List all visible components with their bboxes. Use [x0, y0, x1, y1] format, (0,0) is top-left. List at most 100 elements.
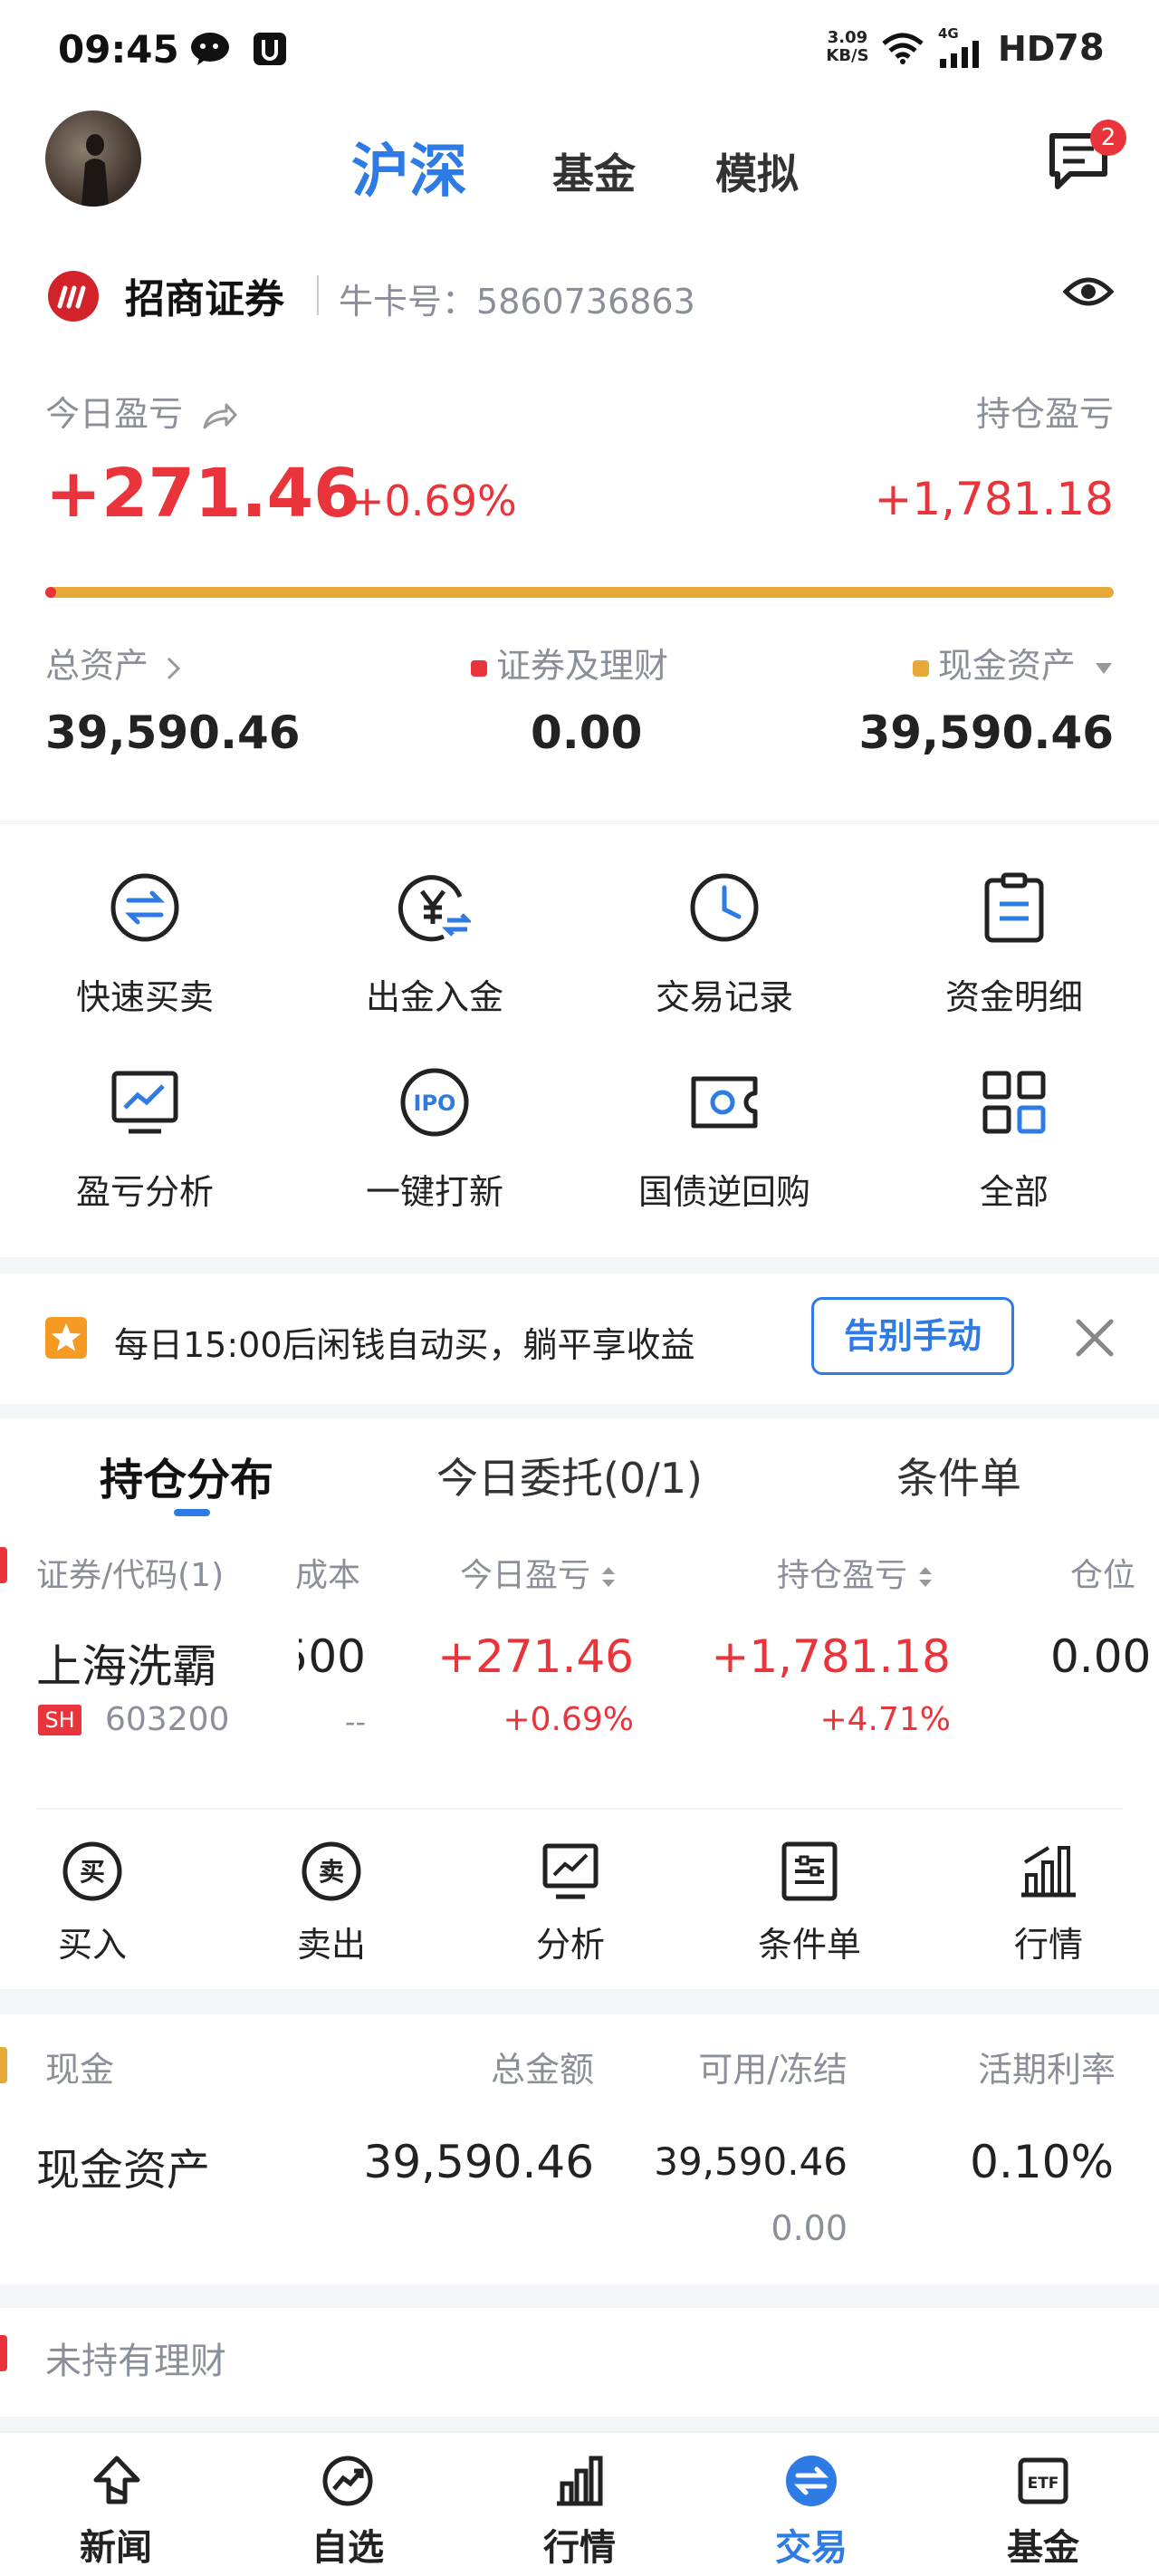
col-holding-pnl[interactable]: 持仓盈亏 [777, 1549, 934, 1596]
row-action-sell[interactable]: 卖 卖出 [239, 1822, 424, 1985]
cash-total: 39,590.46 [363, 2136, 594, 2188]
share-icon[interactable] [201, 402, 237, 431]
tab-simulation[interactable]: 模拟 [715, 141, 799, 201]
net-speed-unit: KB/S [826, 46, 869, 65]
nav-news[interactable]: 新闻 [0, 2433, 232, 2576]
quick-action-fund-details[interactable]: 资金明细 [869, 824, 1159, 1033]
nav-market[interactable]: 行情 [464, 2433, 695, 2576]
row-action-label: 买入 [57, 1925, 127, 1965]
col-today-pnl[interactable]: 今日盈亏 [460, 1549, 617, 1596]
holdings-section-marker [0, 1547, 7, 1583]
tab-fund[interactable]: 基金 [552, 141, 636, 201]
row-action-label: 行情 [1013, 1925, 1083, 1965]
svg-text:ETF: ETF [1028, 2475, 1059, 2493]
nav-label: 自选 [311, 2527, 384, 2569]
row-action-conditional[interactable]: 条件单 [717, 1822, 902, 1985]
table-row[interactable]: 上海洗霸 SH 603200 500 -- +271.46 +0.69% +1,… [0, 1618, 1159, 1790]
quick-action-trade-records[interactable]: 交易记录 [580, 824, 869, 1033]
row-action-label: 分析 [535, 1925, 605, 1965]
col-interest-rate: 活期利率 [977, 2050, 1116, 2090]
caret-down-icon [1094, 661, 1114, 676]
tab-conditional-orders[interactable]: 条件单 [896, 1446, 1021, 1505]
status-bar: 09:45 3.09 KB/S 4G HD 78 [0, 0, 1159, 100]
divider [317, 275, 319, 315]
nav-label: 基金 [1007, 2527, 1079, 2569]
row-action-analysis[interactable]: 分析 [478, 1822, 663, 1985]
swap-circle-icon [109, 871, 181, 944]
cash-available: 39,590.46 [654, 2139, 848, 2184]
promo-banner[interactable]: 每日15:00后闲钱自动买，躺平享收益 告别手动 [0, 1274, 1159, 1404]
col-total-amount: 总金额 [490, 2050, 594, 2090]
quick-action-label: 盈亏分析 [75, 1172, 214, 1212]
securities-value: 0.00 [531, 706, 643, 759]
card-number-value: 5860736863 [476, 282, 695, 322]
avatar[interactable] [45, 111, 141, 207]
cash-value: 39,590.46 [858, 706, 1114, 759]
clipboard-icon [978, 871, 1050, 944]
asset-ratio-bar [45, 587, 1114, 598]
position-cell: 0.00 [1050, 1630, 1159, 1688]
nav-fund[interactable]: ETF 基金 [927, 2433, 1159, 2576]
row-action-market[interactable]: 行情 [956, 1822, 1141, 1985]
quick-action-label: 一键打新 [365, 1172, 503, 1212]
col-cost[interactable]: 成本 [295, 1549, 360, 1596]
news-icon [91, 2455, 143, 2507]
market-icon [1012, 1835, 1085, 1908]
tab-hushen[interactable]: 沪深 [351, 125, 467, 208]
net-speed: 3.09 KB/S [822, 29, 873, 65]
eye-icon[interactable] [1063, 274, 1114, 310]
close-icon[interactable] [1074, 1317, 1116, 1359]
message-badge: 2 [1090, 120, 1126, 156]
col-security-code[interactable]: 证券/代码(1) [36, 1549, 224, 1596]
today-pnl-label: 今日盈亏 [45, 386, 237, 436]
today-pnl-value: +271.46 [45, 455, 360, 533]
market-bars-icon [553, 2455, 606, 2507]
watchlist-icon [321, 2455, 374, 2507]
nav-label: 行情 [543, 2527, 616, 2569]
quick-action-ipo[interactable]: IPO 一键打新 [290, 1019, 580, 1227]
message-button[interactable]: 2 [1047, 120, 1126, 201]
chevron-right-icon [165, 655, 183, 682]
cash-row[interactable]: 现金资产 39,590.46 39,590.46 0.00 0.10% [0, 2114, 1159, 2268]
battery-level: 78 [1054, 27, 1105, 69]
cash-section-marker [0, 2047, 7, 2083]
row-action-buy[interactable]: 买 买入 [0, 1822, 185, 1985]
broker-name[interactable]: 招商证券 [125, 266, 284, 324]
cash-dot [912, 659, 929, 677]
securities-label: 证券及理财 [471, 638, 668, 687]
quick-action-deposit-withdraw[interactable]: 出金入金 [290, 824, 580, 1033]
quick-action-pnl-analysis[interactable]: 盈亏分析 [0, 1019, 290, 1227]
top-header: 沪深 基金 模拟 2 [0, 100, 1159, 217]
holding-pnl-cell: +1,781.18 [711, 1630, 951, 1683]
yen-transfer-icon [398, 871, 471, 944]
cash-label[interactable]: 现金资产 [912, 638, 1114, 687]
position-section: 持仓分布 今日委托(0/1) 条件单 证券/代码(1) 成本 今日盈亏 持仓盈亏… [0, 1418, 1159, 1989]
hd-indicator: HD [998, 29, 1056, 69]
nav-trade[interactable]: 交易 [695, 2433, 927, 2576]
total-assets-label[interactable]: 总资产 [45, 638, 183, 687]
stock-code: 603200 [105, 1701, 230, 1738]
holding-pnl-value: +1,781.18 [874, 473, 1114, 525]
col-position[interactable]: 仓位 [1070, 1549, 1159, 1594]
today-pnl-pct: +0.69% [350, 476, 517, 525]
quick-action-label: 资金明细 [944, 977, 1083, 1017]
status-time: 09:45 [58, 27, 179, 72]
quick-action-reverse-repo[interactable]: 国债逆回购 [580, 1019, 869, 1227]
quick-action-fast-trade[interactable]: 快速买卖 [0, 824, 290, 1033]
tab-holdings[interactable]: 持仓分布 [100, 1444, 273, 1507]
nav-watchlist[interactable]: 自选 [232, 2433, 464, 2576]
wealth-section[interactable]: 未持有理财 [0, 2308, 1159, 2417]
quick-action-label: 快速买卖 [75, 977, 214, 1017]
net-speed-value: 3.09 [827, 28, 868, 47]
auto-invest-button[interactable]: 告别手动 [811, 1297, 1014, 1375]
tab-today-orders[interactable]: 今日委托(0/1) [436, 1446, 703, 1505]
today-pnl-pct-cell: +0.69% [503, 1701, 634, 1738]
cash-card: 现金 总金额 可用/冻结 活期利率 现金资产 39,590.46 39,590.… [0, 2014, 1159, 2284]
svg-text:卖: 卖 [319, 1857, 344, 1887]
buy-icon: 买 [56, 1835, 129, 1908]
card-number: 牛卡号：5860736863 [339, 274, 695, 323]
card-number-label: 牛卡号： [339, 282, 477, 322]
clock-icon [688, 871, 761, 944]
quick-action-all[interactable]: 全部 [869, 1019, 1159, 1227]
quick-action-label: 出金入金 [365, 977, 503, 1017]
